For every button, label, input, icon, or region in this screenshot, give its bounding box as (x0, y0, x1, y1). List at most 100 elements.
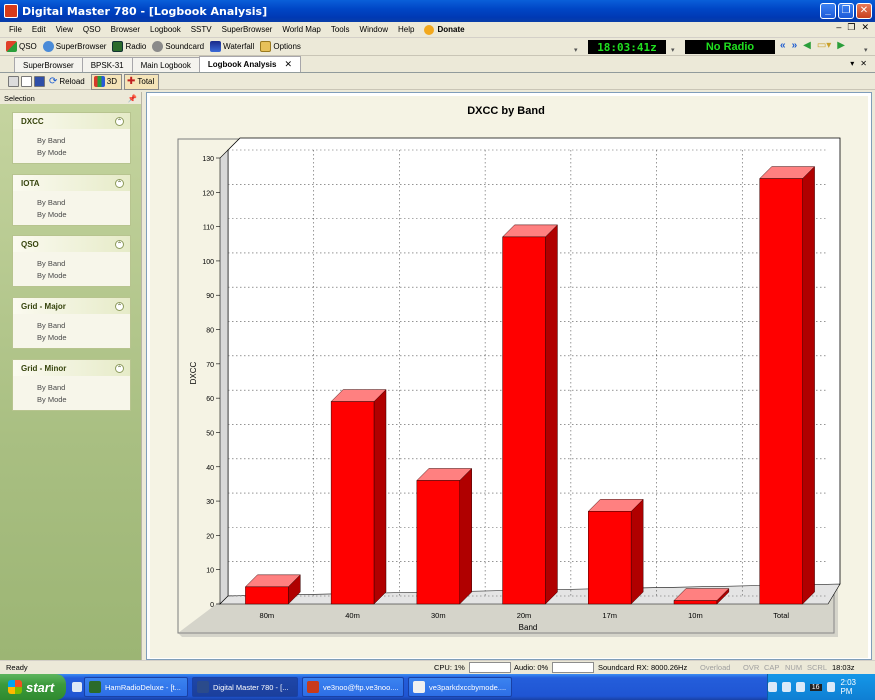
tray-app-icon[interactable] (826, 682, 836, 692)
link-by-mode[interactable]: By Mode (13, 270, 130, 282)
collapse-icon[interactable]: ⌃ (115, 301, 124, 311)
task-digital-master[interactable]: Digital Master 780 - [... (192, 677, 298, 697)
y-tick-label: 20 (206, 533, 214, 540)
waterfall-button[interactable]: Waterfall (208, 39, 258, 55)
tab-list-icon[interactable]: ▾ (850, 59, 854, 68)
print-icon[interactable] (8, 76, 19, 87)
qso-label: QSO (19, 42, 37, 51)
menu-help[interactable]: Help (393, 25, 419, 34)
menu-superbrowser[interactable]: SuperBrowser (217, 25, 278, 34)
start-label: start (26, 679, 55, 695)
dxcc-bar-chart: DXCC by Band 0 10 20 30 40 50 60 70 80 90 100 110 120… (177, 105, 841, 637)
menu-sstv[interactable]: SSTV (186, 25, 217, 34)
3d-toggle-button[interactable]: 3D (90, 73, 122, 90)
y-tick-label: 90 (206, 293, 214, 300)
y-tick-label: 80 (206, 328, 214, 335)
document-tabs: SuperBrowser BPSK-31 Main Logbook Logboo… (0, 56, 875, 73)
toolbar-grip-icon[interactable]: ▾ (864, 46, 868, 54)
rewind-icon[interactable]: « (780, 40, 786, 51)
help-tray-icon[interactable] (768, 682, 777, 692)
mdi-minimize-icon[interactable]: – (836, 22, 841, 33)
toolbar-grip-icon[interactable]: ▾ (574, 46, 578, 54)
reload-button[interactable]: ⟳ Reload (47, 74, 89, 90)
menu-view[interactable]: View (51, 25, 78, 34)
tab-logbook-analysis[interactable]: Logbook Analysis ✕ (198, 56, 302, 72)
app-icon[interactable] (4, 4, 18, 18)
link-by-band[interactable]: By Band (13, 320, 130, 332)
mdi-restore-icon[interactable]: ❐ (847, 22, 855, 33)
collapse-icon[interactable]: ⌃ (115, 363, 124, 373)
print-preview-icon[interactable] (21, 76, 32, 87)
group-dxcc: DXCC ⌃ By Band By Mode (12, 112, 131, 164)
pin-icon[interactable]: 📌 (128, 94, 137, 103)
toolbar-grip-icon[interactable]: ▾ (671, 46, 675, 54)
menu-window[interactable]: Window (355, 25, 393, 34)
link-by-mode[interactable]: By Mode (13, 209, 130, 221)
tab-main-logbook[interactable]: Main Logbook (131, 57, 200, 72)
bar-80m (245, 586, 289, 605)
tab-close-all-icon[interactable]: ✕ (860, 59, 867, 68)
task-ftp[interactable]: ve3noo@ftp.ve3noo.... (302, 677, 404, 697)
group-header[interactable]: DXCC ⌃ (13, 113, 130, 129)
link-by-mode[interactable]: By Mode (13, 394, 130, 406)
audio-field: Audio: 0% (514, 662, 595, 673)
chart-title: DXCC by Band (467, 105, 545, 117)
y-tick-label: 50 (206, 430, 214, 437)
link-by-mode[interactable]: By Mode (13, 332, 130, 344)
maximize-button[interactable]: ❐ (838, 3, 854, 19)
forward-arrow-icon[interactable]: ▶ (837, 40, 845, 51)
tray-badge[interactable]: 16 (809, 683, 822, 691)
group-header[interactable]: IOTA ⌃ (13, 175, 130, 191)
superbrowser-button[interactable]: SuperBrowser (41, 39, 111, 55)
menu-browser[interactable]: Browser (106, 25, 145, 34)
audio-label: Audio: 0% (514, 663, 549, 672)
group-header[interactable]: Grid - Minor ⌃ (13, 360, 130, 376)
soundcard-button[interactable]: Soundcard (150, 39, 208, 55)
tab-close-icon[interactable]: ✕ (284, 59, 292, 70)
collapse-icon[interactable]: ⌃ (115, 116, 124, 126)
fast-forward-icon[interactable]: » (792, 40, 798, 51)
minimize-button[interactable]: _ (820, 3, 836, 19)
quick-launch-icon[interactable] (72, 682, 82, 692)
menu-logbook[interactable]: Logbook (145, 25, 186, 34)
group-header[interactable]: Grid - Major ⌃ (13, 298, 130, 314)
close-button[interactable]: ✕ (856, 3, 872, 19)
task-hamradiodeluxe[interactable]: HamRadioDeluxe - [t... (84, 677, 188, 697)
total-toggle-button[interactable]: ✚ Total (123, 73, 160, 90)
image-file-icon (413, 681, 425, 693)
mdi-close-icon[interactable]: ✕ (861, 22, 869, 33)
y-tick-label: 70 (206, 362, 214, 369)
collapse-icon[interactable]: ⌃ (115, 239, 124, 249)
volume-tray-icon[interactable] (795, 682, 805, 692)
link-by-mode[interactable]: By Mode (13, 147, 130, 159)
title-bar[interactable]: Digital Master 780 - [Logbook Analysis] … (0, 0, 875, 22)
options-button[interactable]: Options (258, 39, 305, 55)
menu-donate[interactable]: Donate (419, 24, 469, 35)
start-button[interactable]: start (0, 674, 66, 700)
tab-superbrowser[interactable]: SuperBrowser (14, 57, 83, 72)
link-by-band[interactable]: By Band (13, 197, 130, 209)
radio-button[interactable]: Radio (110, 39, 150, 55)
folder-icon[interactable]: ▭▾ (817, 40, 831, 51)
qso-button[interactable]: QSO (4, 39, 41, 55)
tab-label: Main Logbook (140, 60, 191, 70)
menu-tools[interactable]: Tools (326, 25, 355, 34)
menu-qso[interactable]: QSO (78, 25, 106, 34)
network-tray-icon[interactable] (781, 682, 791, 692)
tab-bpsk-31[interactable]: BPSK-31 (81, 57, 133, 72)
group-header[interactable]: QSO ⌃ (13, 236, 130, 252)
task-image[interactable]: ve3parkdxccbymode.... (408, 677, 512, 697)
back-arrow-icon[interactable]: ◀ (803, 40, 811, 51)
menu-edit[interactable]: Edit (27, 25, 51, 34)
link-by-band[interactable]: By Band (13, 135, 130, 147)
x-tick-label: 40m (345, 611, 360, 620)
link-by-band[interactable]: By Band (13, 382, 130, 394)
menu-file[interactable]: File (4, 25, 27, 34)
selection-title: Selection (4, 93, 35, 103)
panel-splitter[interactable] (141, 92, 145, 660)
collapse-icon[interactable]: ⌃ (115, 178, 124, 188)
cpu-label: CPU: 1% (434, 663, 465, 672)
menu-world-map[interactable]: World Map (277, 25, 326, 34)
save-icon[interactable] (34, 76, 45, 87)
link-by-band[interactable]: By Band (13, 258, 130, 270)
